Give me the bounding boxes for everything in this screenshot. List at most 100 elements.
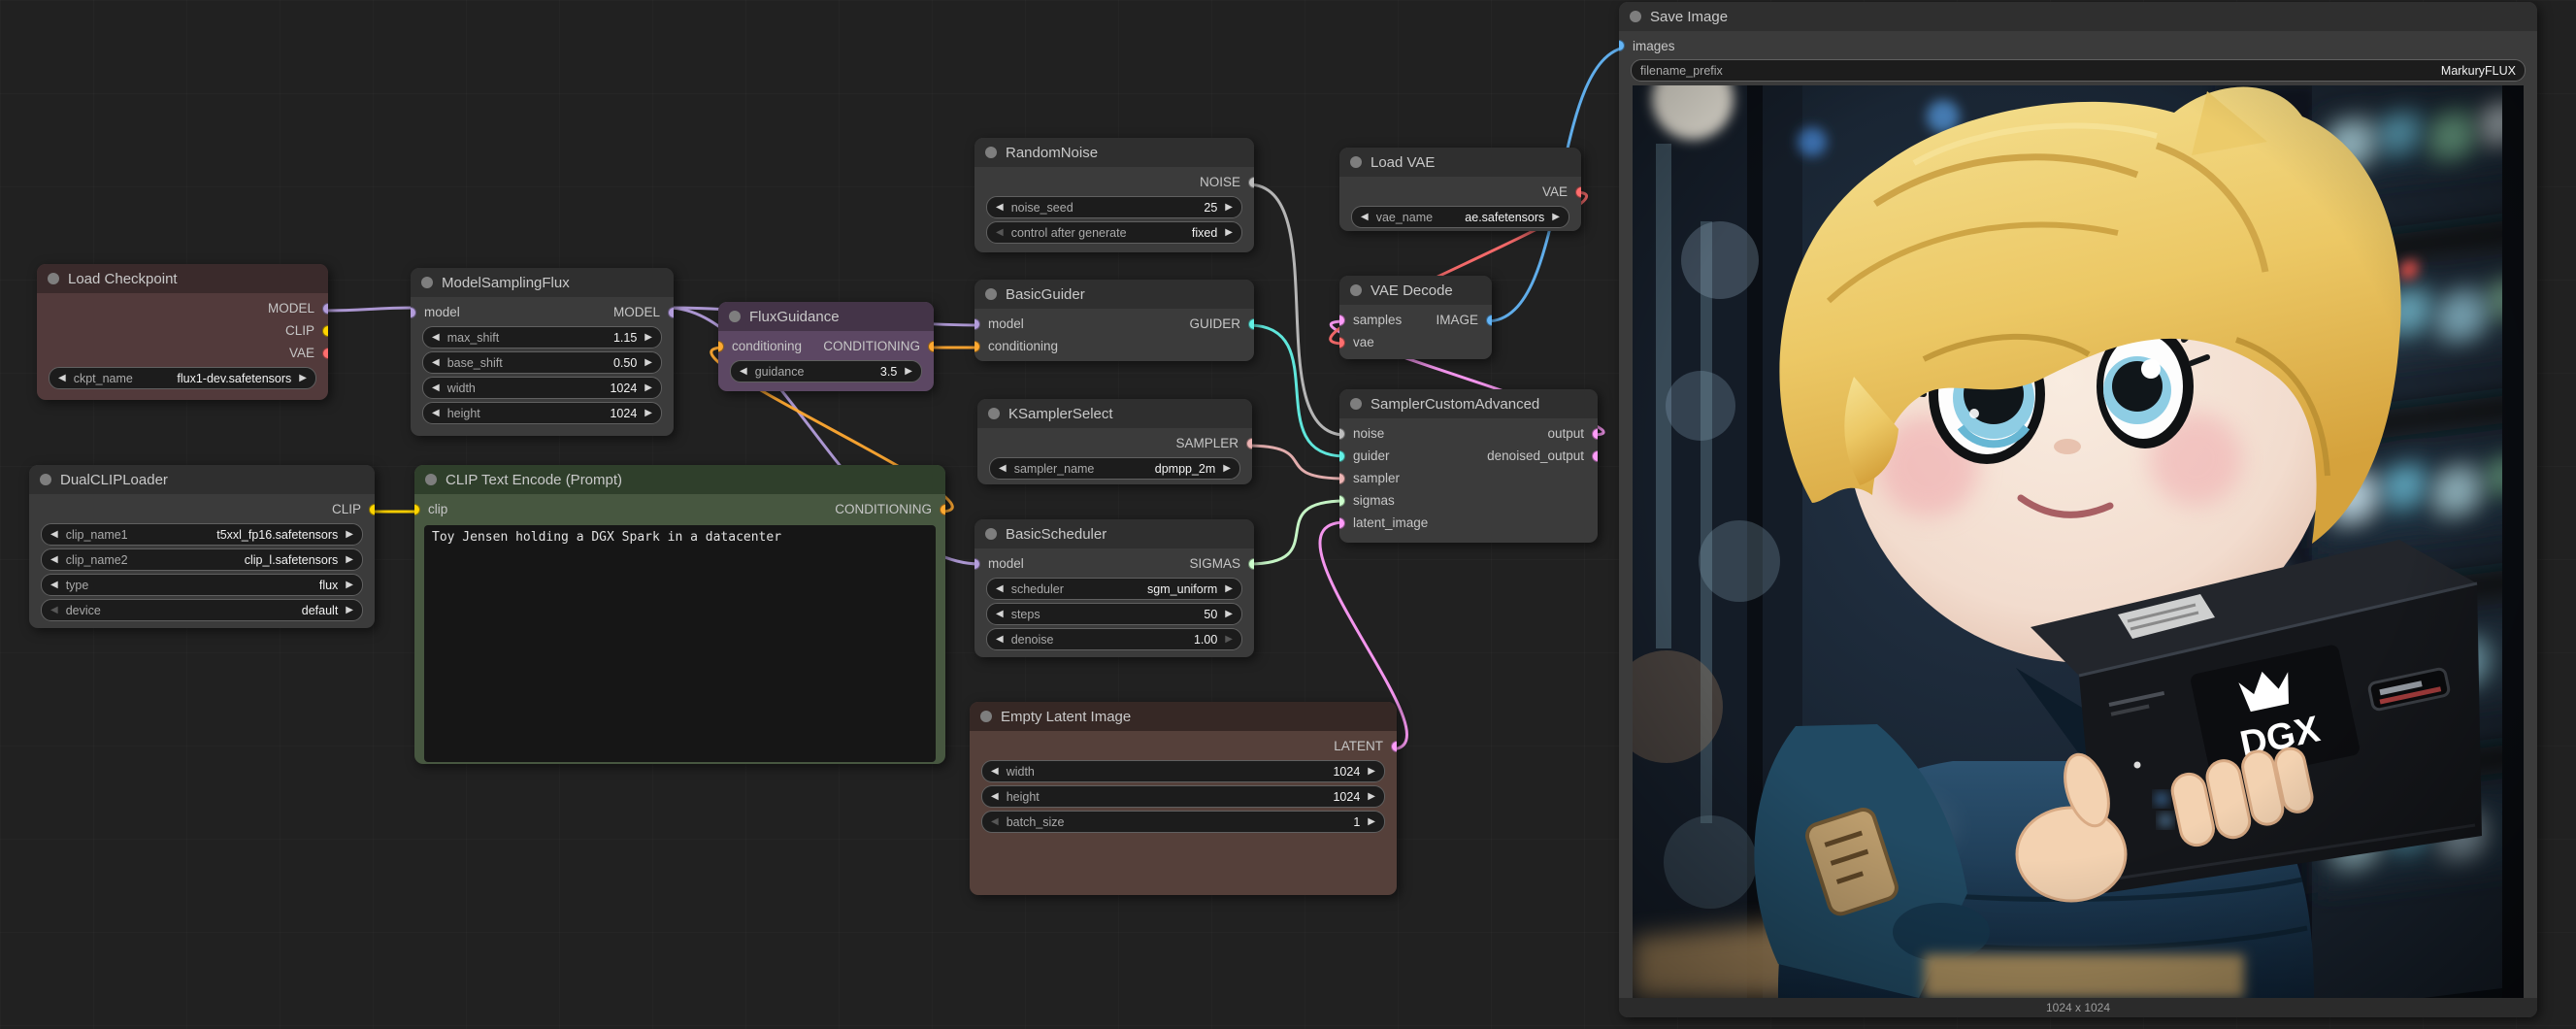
clip-input-port[interactable] (414, 504, 420, 515)
node-basic-guider[interactable]: BasicGuider model GUIDER conditioning (974, 280, 1254, 361)
prev-arrow-icon[interactable]: ◀ (432, 333, 440, 343)
vae-output-port[interactable] (322, 348, 328, 359)
clip-output-port[interactable] (322, 325, 328, 337)
node-sampler-custom-advanced[interactable]: SamplerCustomAdvanced noise output guide… (1339, 389, 1598, 543)
model-output-port[interactable] (668, 307, 674, 318)
prev-arrow-icon[interactable]: ◀ (991, 767, 999, 777)
max-shift-widget[interactable]: ◀ max_shift 1.15 ▶ (422, 326, 662, 349)
denoised-output-port[interactable] (1592, 450, 1598, 462)
model-input-port[interactable] (974, 558, 980, 570)
collapse-dot-icon[interactable] (421, 277, 433, 288)
next-arrow-icon[interactable]: ▶ (1225, 610, 1233, 619)
prev-arrow-icon[interactable]: ◀ (432, 409, 440, 418)
node-header[interactable]: KSamplerSelect (977, 399, 1252, 428)
noise-seed-widget[interactable]: ◀ noise_seed 25 ▶ (986, 196, 1242, 218)
node-header[interactable]: BasicGuider (974, 280, 1254, 309)
collapse-dot-icon[interactable] (1630, 11, 1641, 22)
next-arrow-icon[interactable]: ▶ (1225, 228, 1233, 238)
steps-widget[interactable]: ◀ steps 50 ▶ (986, 603, 1242, 625)
next-arrow-icon[interactable]: ▶ (346, 530, 353, 540)
node-flux-guidance[interactable]: FluxGuidance conditioning CONDITIONING ◀… (718, 302, 934, 391)
prev-arrow-icon[interactable]: ◀ (50, 530, 58, 540)
filename-prefix-widget[interactable]: filename_prefix MarkuryFLUX (1631, 59, 2526, 82)
next-arrow-icon[interactable]: ▶ (1225, 584, 1233, 594)
latent-output-port[interactable] (1391, 741, 1397, 752)
prev-arrow-icon[interactable]: ◀ (1361, 213, 1369, 222)
collapse-dot-icon[interactable] (40, 474, 51, 485)
next-arrow-icon[interactable]: ▶ (644, 333, 652, 343)
ckpt-name-widget[interactable]: ◀ ckpt_name flux1-dev.safetensors ▶ (49, 367, 316, 389)
node-header[interactable]: CLIP Text Encode (Prompt) (414, 465, 945, 494)
node-header[interactable]: BasicScheduler (974, 519, 1254, 548)
width-widget[interactable]: ◀ width 1024 ▶ (422, 377, 662, 399)
conditioning-input-port[interactable] (974, 341, 980, 352)
next-arrow-icon[interactable]: ▶ (1368, 767, 1375, 777)
collapse-dot-icon[interactable] (729, 311, 741, 322)
prev-arrow-icon[interactable]: ◀ (991, 792, 999, 802)
clip-name1-widget[interactable]: ◀ clip_name1 t5xxl_fp16.safetensors ▶ (41, 523, 363, 546)
scheduler-widget[interactable]: ◀ scheduler sgm_uniform ▶ (986, 578, 1242, 600)
node-header[interactable]: Save Image (1619, 2, 2537, 31)
model-output-port[interactable] (322, 303, 328, 315)
prev-arrow-icon[interactable]: ◀ (991, 817, 999, 827)
prev-arrow-icon[interactable]: ◀ (996, 228, 1004, 238)
collapse-dot-icon[interactable] (980, 711, 992, 722)
prev-arrow-icon[interactable]: ◀ (50, 555, 58, 565)
prev-arrow-icon[interactable]: ◀ (999, 464, 1007, 474)
node-header[interactable]: VAE Decode (1339, 276, 1492, 305)
node-clip-text-encode[interactable]: CLIP Text Encode (Prompt) clip CONDITION… (414, 465, 945, 764)
collapse-dot-icon[interactable] (988, 408, 1000, 419)
node-empty-latent-image[interactable]: Empty Latent Image LATENT ◀ width 1024 ▶… (970, 702, 1397, 895)
next-arrow-icon[interactable]: ▶ (346, 581, 353, 590)
image-output-port[interactable] (1486, 315, 1492, 326)
node-header[interactable]: Empty Latent Image (970, 702, 1397, 731)
conditioning-output-port[interactable] (940, 504, 945, 515)
collapse-dot-icon[interactable] (985, 288, 997, 300)
latent-image-input-port[interactable] (1339, 517, 1345, 529)
model-input-port[interactable] (411, 307, 416, 318)
next-arrow-icon[interactable]: ▶ (1225, 203, 1233, 213)
collapse-dot-icon[interactable] (985, 147, 997, 158)
conditioning-input-port[interactable] (718, 341, 724, 352)
base-shift-widget[interactable]: ◀ base_shift 0.50 ▶ (422, 351, 662, 374)
node-basic-scheduler[interactable]: BasicScheduler model SIGMAS ◀ scheduler … (974, 519, 1254, 657)
next-arrow-icon[interactable]: ▶ (905, 367, 912, 377)
vae-output-port[interactable] (1575, 186, 1581, 198)
vae-input-port[interactable] (1339, 337, 1345, 349)
next-arrow-icon[interactable]: ▶ (1368, 792, 1375, 802)
denoise-widget[interactable]: ◀ denoise 1.00 ▶ (986, 628, 1242, 650)
collapse-dot-icon[interactable] (1350, 398, 1362, 410)
next-arrow-icon[interactable]: ▶ (1223, 464, 1231, 474)
clip-name2-widget[interactable]: ◀ clip_name2 clip_l.safetensors ▶ (41, 548, 363, 571)
sampler-output-port[interactable] (1246, 438, 1252, 449)
node-header[interactable]: RandomNoise (974, 138, 1254, 167)
next-arrow-icon[interactable]: ▶ (1225, 635, 1233, 645)
prev-arrow-icon[interactable]: ◀ (996, 635, 1004, 645)
prev-arrow-icon[interactable]: ◀ (432, 383, 440, 393)
node-load-checkpoint[interactable]: Load Checkpoint MODEL CLIP VAE ◀ ckpt_na… (37, 264, 328, 400)
prev-arrow-icon[interactable]: ◀ (996, 584, 1004, 594)
node-header[interactable]: Load Checkpoint (37, 264, 328, 293)
next-arrow-icon[interactable]: ▶ (346, 606, 353, 615)
node-model-sampling-flux[interactable]: ModelSamplingFlux model MODEL ◀ max_shif… (411, 268, 674, 436)
node-graph-canvas[interactable]: Load Checkpoint MODEL CLIP VAE ◀ ckpt_na… (0, 0, 2576, 1029)
guider-input-port[interactable] (1339, 450, 1345, 462)
prev-arrow-icon[interactable]: ◀ (50, 606, 58, 615)
next-arrow-icon[interactable]: ▶ (1368, 817, 1375, 827)
node-header[interactable]: ModelSamplingFlux (411, 268, 674, 297)
model-input-port[interactable] (974, 318, 980, 330)
height-widget[interactable]: ◀ height 1024 ▶ (422, 402, 662, 424)
prompt-textarea[interactable]: Toy Jensen holding a DGX Spark in a data… (424, 525, 936, 762)
sampler-name-widget[interactable]: ◀ sampler_name dpmpp_2m ▶ (989, 457, 1240, 480)
clip-output-port[interactable] (369, 504, 375, 515)
next-arrow-icon[interactable]: ▶ (644, 358, 652, 368)
node-ksampler-select[interactable]: KSamplerSelect SAMPLER ◀ sampler_name dp… (977, 399, 1252, 484)
collapse-dot-icon[interactable] (425, 474, 437, 485)
sigmas-input-port[interactable] (1339, 495, 1345, 507)
height-widget[interactable]: ◀ height 1024 ▶ (981, 785, 1385, 808)
images-input-port[interactable] (1619, 40, 1625, 51)
control-after-generate-widget[interactable]: ◀ control after generate fixed ▶ (986, 221, 1242, 244)
node-header[interactable]: Load VAE (1339, 148, 1581, 177)
prev-arrow-icon[interactable]: ◀ (996, 610, 1004, 619)
collapse-dot-icon[interactable] (1350, 284, 1362, 296)
